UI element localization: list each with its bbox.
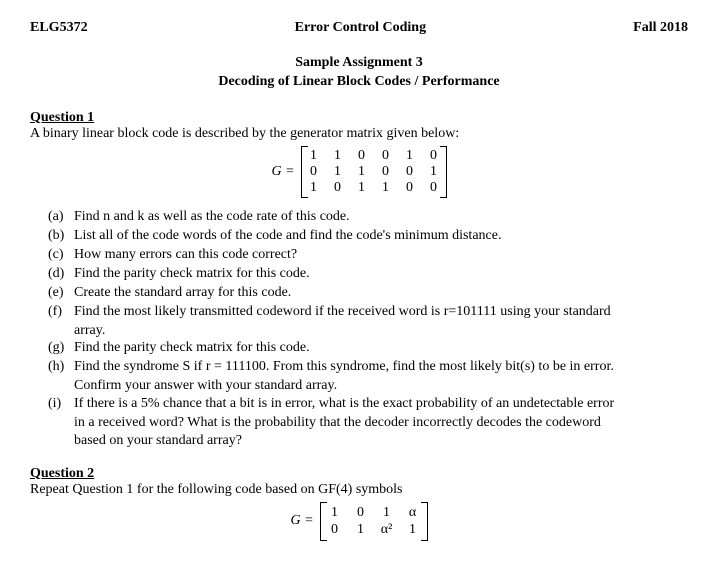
q2-matrix-equation: G = 1 0 1 α 0 1 α² 1 [30,502,688,541]
term: Fall 2018 [633,20,688,36]
matrix-row: 1 1 0 0 1 0 [309,148,439,164]
matrix-row: 0 1 1 0 0 1 [309,164,439,180]
assignment-subtitle: Decoding of Linear Block Codes / Perform… [30,73,688,92]
part-i-cont2: based on your standard array? [74,432,688,450]
assignment-title: Sample Assignment 3 [30,54,688,73]
q1-parts: (a)Find n and k as well as the code rate… [48,208,688,450]
generator-matrix: 1 1 0 0 1 0 0 1 1 0 0 1 [301,146,447,198]
title-block: Sample Assignment 3 Decoding of Linear B… [30,54,688,92]
header-row: ELG5372 Error Control Coding Fall 2018 [30,20,688,36]
part-i: (i)If there is a 5% chance that a bit is… [48,395,688,413]
generator-matrix-gf4: 1 0 1 α 0 1 α² 1 [320,502,428,541]
matrix-label: G = [290,513,313,529]
part-a: (a)Find n and k as well as the code rate… [48,208,688,226]
part-e: (e)Create the standard array for this co… [48,284,688,302]
q1-intro: A binary linear block code is described … [30,126,688,142]
part-c: (c)How many errors can this code correct… [48,246,688,264]
question-1: Question 1 A binary linear block code is… [30,110,688,450]
matrix-label: G = [271,164,294,180]
q2-intro: Repeat Question 1 for the following code… [30,482,688,498]
part-f: (f)Find the most likely transmitted code… [48,303,688,321]
question-2: Question 2 Repeat Question 1 for the fol… [30,466,688,541]
part-d: (d)Find the parity check matrix for this… [48,265,688,283]
part-h: (h)Find the syndrome S if r = 111100. Fr… [48,358,688,376]
course-code: ELG5372 [30,20,88,36]
part-f-cont: array. [74,322,688,340]
matrix-row: 1 0 1 1 0 0 [309,180,439,196]
part-i-cont: in a received word? What is the probabil… [74,414,688,432]
part-h-cont: Confirm your answer with your standard a… [74,377,688,395]
course-title: Error Control Coding [88,20,634,36]
q1-heading: Question 1 [30,110,688,126]
q2-heading: Question 2 [30,466,688,482]
matrix-row: 0 1 α² 1 [328,521,420,539]
part-g: (g)Find the parity check matrix for this… [48,339,688,357]
matrix-row: 1 0 1 α [328,504,420,522]
part-b: (b)List all of the code words of the cod… [48,227,688,245]
document-page: ELG5372 Error Control Coding Fall 2018 S… [0,0,718,571]
q1-matrix-equation: G = 1 1 0 0 1 0 0 1 1 0 0 [30,146,688,198]
